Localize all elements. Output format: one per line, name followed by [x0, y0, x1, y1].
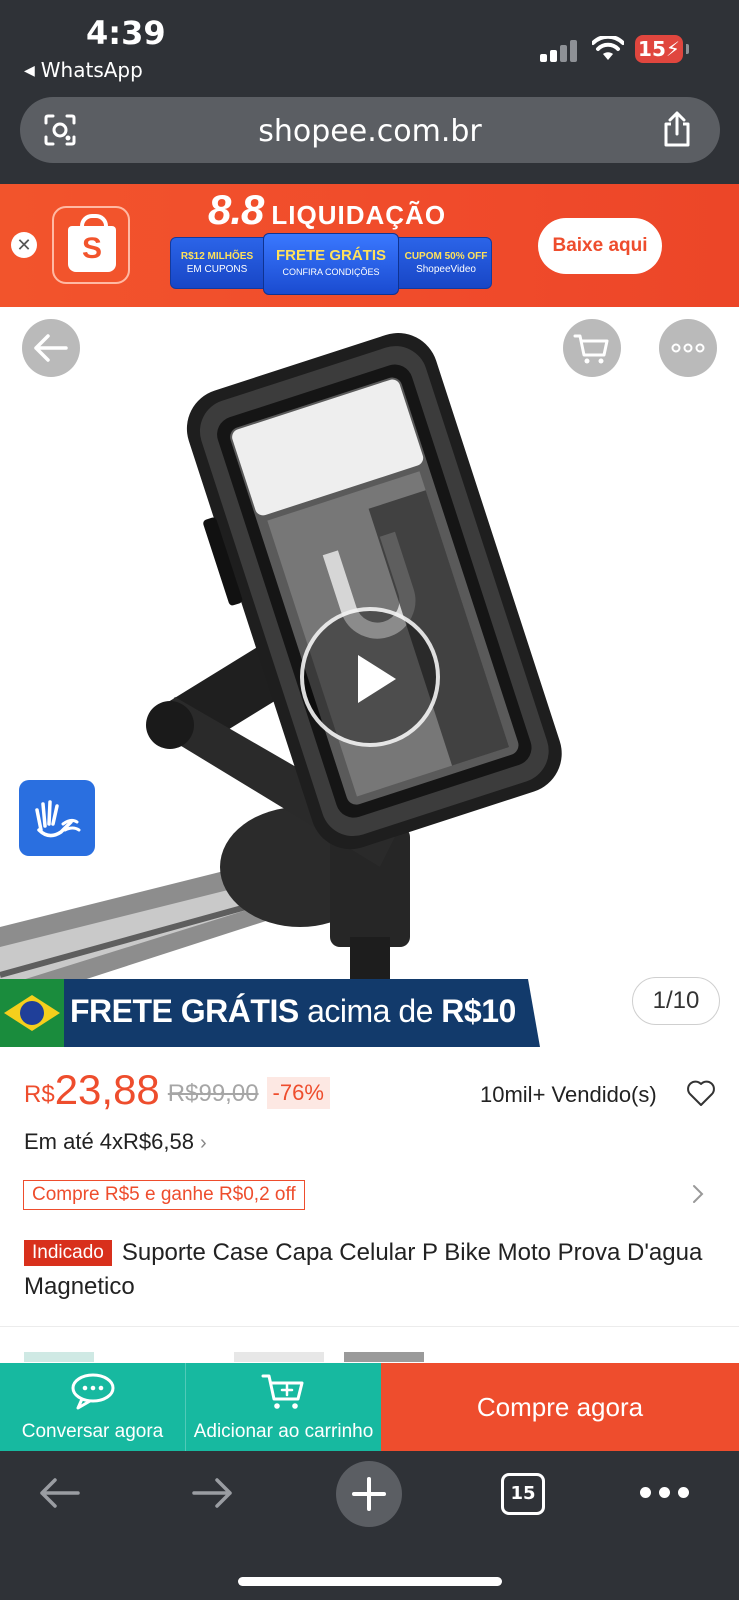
app-promo-banner[interactable]: ✕ S 8.8 LIQUIDAÇÃO R$12 MILHÕES EM CUPONS … — [0, 184, 739, 307]
price-row: R$23,88 R$99,00 -76% — [24, 1066, 330, 1113]
more-options-button[interactable] — [659, 319, 717, 377]
voucher-badge[interactable]: Compre R$5 e ganhe R$0,2 off — [23, 1180, 305, 1210]
browser-header: 4:39 ◀ WhatsApp 15⚡ shopee.com.br — [0, 0, 739, 184]
shopee-logo: S — [52, 206, 130, 284]
promo1-top: R$12 MILHÕES — [180, 251, 254, 262]
product-title: Indicado Suporte Case Capa Celular P Bike… — [24, 1236, 719, 1304]
promo-video-coupon: CUPOM 50% OFF ShopeeVideo — [399, 238, 493, 290]
discount-badge: -76% — [266, 1077, 330, 1109]
product-title-text: Suporte Case Capa Celular P Bike Moto Pr… — [24, 1239, 703, 1300]
share-icon[interactable] — [660, 110, 694, 148]
download-app-button[interactable]: Baixe aqui — [538, 218, 662, 274]
chat-now-label: Conversar agora — [21, 1421, 164, 1442]
promo3-bottom: ShopeeVideo — [416, 264, 476, 275]
promo-title: 8.8 LIQUIDAÇÃO — [208, 186, 446, 234]
tab-switcher-button[interactable]: 15 — [501, 1473, 545, 1515]
original-price: R$99,00 — [167, 1080, 259, 1107]
browser-back-icon[interactable] — [36, 1473, 82, 1513]
purchase-action-bar: Conversar agora Adicionar ao carrinho Co… — [0, 1363, 739, 1451]
promo-title-small: LIQUIDAÇÃO — [271, 200, 447, 230]
frete-bold-1: FRETE GRÁTIS — [70, 993, 299, 1029]
promo2-bottom: CONFIRA CONDIÇÕES — [282, 267, 380, 277]
free-shipping-text: FRETE GRÁTIS acima de R$10 — [70, 993, 516, 1030]
buy-now-button[interactable]: Compre agora — [381, 1363, 739, 1451]
accessibility-hands-icon — [35, 800, 81, 838]
accessibility-button[interactable] — [19, 780, 95, 856]
more-icon[interactable] — [640, 1485, 690, 1501]
chat-icon — [71, 1373, 114, 1410]
heart-icon[interactable] — [686, 1079, 716, 1107]
address-bar[interactable]: shopee.com.br — [20, 97, 720, 163]
wifi-icon — [592, 36, 624, 60]
back-triangle-icon: ◀ — [24, 63, 35, 79]
status-time: 4:39 — [86, 14, 166, 52]
cart-icon — [573, 334, 609, 364]
more-icon — [671, 343, 705, 353]
sold-count: 10mil+ Vendido(s) — [480, 1082, 657, 1107]
promo-offers-bar: R$12 MILHÕES EM CUPONS FRETE GRÁTIS CONFIR… — [170, 233, 493, 295]
add-to-cart-button[interactable]: Adicionar ao carrinho — [185, 1363, 381, 1451]
installment-link[interactable]: Em até 4xR$6,58 › — [24, 1129, 207, 1155]
promo1-bottom: EM CUPONS — [186, 264, 248, 275]
battery-level: 15 — [638, 37, 666, 61]
free-shipping-strip: FRETE GRÁTIS acima de R$10 — [0, 979, 540, 1047]
promo3-top: CUPOM 50% OFF — [404, 251, 488, 262]
promo-title-big: 8.8 — [208, 186, 264, 233]
installment-text: Em até 4xR$6,58 — [24, 1129, 194, 1154]
recommended-tag: Indicado — [24, 1240, 112, 1266]
product-gallery[interactable]: FRETE GRÁTIS acima de R$10 1/10 — [0, 307, 739, 1047]
promo-free-shipping: FRETE GRÁTIS CONFIRA CONDIÇÕES — [263, 233, 399, 295]
url-text: shopee.com.br — [258, 114, 482, 149]
back-app-label: WhatsApp — [40, 58, 143, 82]
back-arrow-icon — [34, 334, 68, 362]
browser-toolbar: 15 — [0, 1451, 739, 1600]
logo-letter: S — [81, 232, 102, 265]
add-to-cart-label: Adicionar ao carrinho — [193, 1421, 374, 1442]
promo-coupons: R$12 MILHÕES EM CUPONS — [171, 238, 263, 290]
price-currency: R$ — [24, 1081, 55, 1108]
back-button[interactable] — [22, 319, 80, 377]
browser-forward-icon[interactable] — [190, 1473, 236, 1513]
frete-bold-2: R$10 — [441, 993, 516, 1029]
promo2-top: FRETE GRÁTIS — [275, 247, 386, 264]
cart-button[interactable] — [563, 319, 621, 377]
chat-now-button[interactable]: Conversar agora — [0, 1363, 185, 1451]
add-cart-icon — [261, 1374, 303, 1409]
cellular-signal-icon — [540, 38, 578, 62]
frete-mid: acima de — [307, 993, 433, 1029]
current-price: 23,88 — [54, 1066, 160, 1113]
shopping-bag-icon: S — [68, 214, 116, 272]
back-to-app-link[interactable]: ◀ WhatsApp — [24, 58, 143, 82]
chevron-right-icon[interactable] — [690, 1181, 706, 1207]
battery-indicator: 15⚡ — [635, 35, 689, 63]
brazil-flag-icon — [0, 979, 64, 1047]
image-page-counter: 1/10 — [632, 977, 720, 1025]
home-indicator[interactable] — [238, 1577, 502, 1586]
chevron-right-icon: › — [199, 1132, 207, 1154]
shipping-row-partial — [24, 1352, 424, 1362]
close-icon[interactable]: ✕ — [11, 232, 37, 258]
new-tab-button[interactable] — [336, 1461, 402, 1527]
divider — [0, 1326, 739, 1327]
play-video-button[interactable] — [300, 607, 440, 747]
